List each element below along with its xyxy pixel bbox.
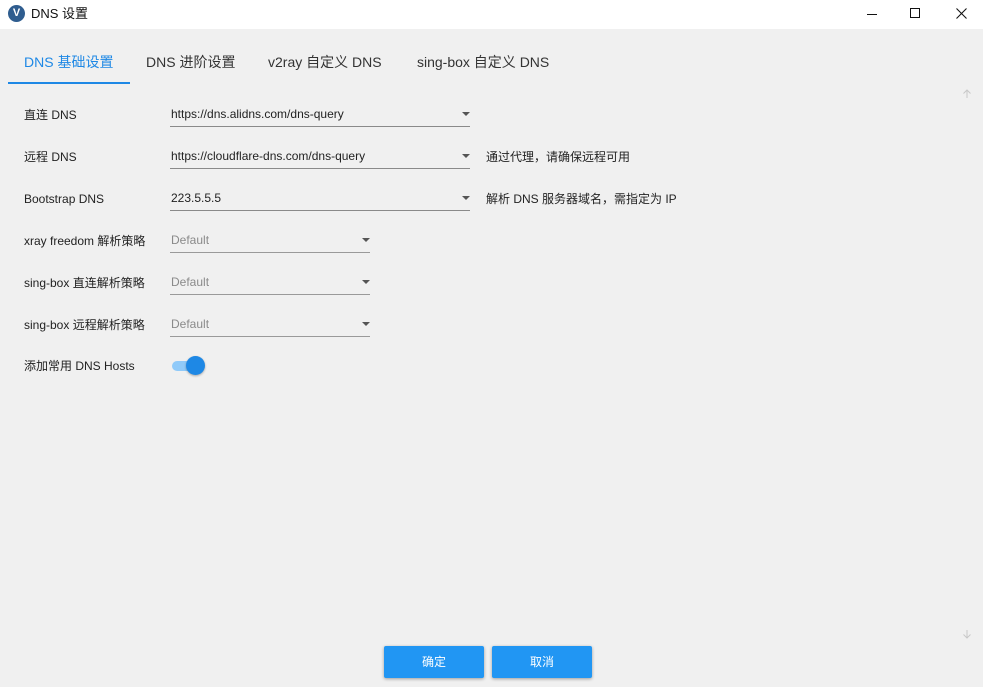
ok-button[interactable]: 确定 <box>384 646 484 678</box>
add-common-hosts-label: 添加常用 DNS Hosts <box>24 359 135 373</box>
direct-dns-label: 直连 DNS <box>24 108 77 122</box>
dropdown-arrow-icon <box>362 280 370 284</box>
tab-dns-advanced[interactable]: DNS 进阶设置 <box>146 53 235 71</box>
direct-dns-select[interactable]: https://dns.alidns.com/dns-query <box>170 105 470 127</box>
xray-freedom-strategy-value: Default <box>171 233 210 247</box>
minimize-button[interactable] <box>849 0 895 29</box>
dropdown-arrow-icon <box>362 238 370 242</box>
arrow-up-icon <box>963 89 971 98</box>
dropdown-arrow-icon <box>462 112 470 116</box>
xray-freedom-strategy-select[interactable]: Default <box>170 231 370 253</box>
dropdown-arrow-icon <box>462 154 470 158</box>
add-common-hosts-toggle[interactable] <box>172 356 206 376</box>
toggle-thumb <box>186 356 205 375</box>
window-title: DNS 设置 <box>31 6 89 21</box>
tab-dns-basic[interactable]: DNS 基础设置 <box>24 53 113 71</box>
minimize-icon <box>867 14 877 15</box>
bootstrap-dns-label: Bootstrap DNS <box>24 192 105 206</box>
singbox-remote-strategy-value: Default <box>171 317 210 331</box>
maximize-button[interactable] <box>892 0 938 29</box>
singbox-direct-strategy-select[interactable]: Default <box>170 273 370 295</box>
direct-dns-value: https://dns.alidns.com/dns-query <box>171 107 344 121</box>
scroll-down-button[interactable] <box>958 626 976 642</box>
maximize-icon <box>910 8 920 18</box>
app-logo-icon: V <box>8 5 25 22</box>
remote-dns-label: 远程 DNS <box>24 150 77 164</box>
dropdown-arrow-icon <box>362 322 370 326</box>
scroll-up-button[interactable] <box>958 86 976 102</box>
active-tab-indicator <box>8 82 130 84</box>
tab-v2ray-custom-dns[interactable]: v2ray 自定义 DNS <box>268 53 382 71</box>
dropdown-arrow-icon <box>462 196 470 200</box>
singbox-direct-strategy-value: Default <box>171 275 210 289</box>
close-button[interactable] <box>938 0 983 29</box>
singbox-remote-strategy-select[interactable]: Default <box>170 315 370 337</box>
title-bar: V DNS 设置 <box>0 0 983 29</box>
app-logo-glyph: V <box>12 7 21 19</box>
cancel-button[interactable]: 取消 <box>492 646 592 678</box>
bootstrap-dns-hint: 解析 DNS 服务器域名，需指定为 IP <box>486 192 677 206</box>
singbox-remote-strategy-label: sing-box 远程解析策略 <box>24 318 145 332</box>
tab-singbox-custom-dns[interactable]: sing-box 自定义 DNS <box>417 53 549 71</box>
xray-freedom-strategy-label: xray freedom 解析策略 <box>24 234 146 248</box>
bootstrap-dns-select[interactable]: 223.5.5.5 <box>170 189 470 211</box>
singbox-direct-strategy-label: sing-box 直连解析策略 <box>24 276 145 290</box>
bootstrap-dns-value: 223.5.5.5 <box>171 191 222 205</box>
remote-dns-value: https://cloudflare-dns.com/dns-query <box>171 149 366 163</box>
close-icon <box>956 8 967 19</box>
remote-dns-select[interactable]: https://cloudflare-dns.com/dns-query <box>170 147 470 169</box>
arrow-down-icon <box>963 630 971 639</box>
remote-dns-hint: 通过代理，请确保远程可用 <box>486 150 631 164</box>
